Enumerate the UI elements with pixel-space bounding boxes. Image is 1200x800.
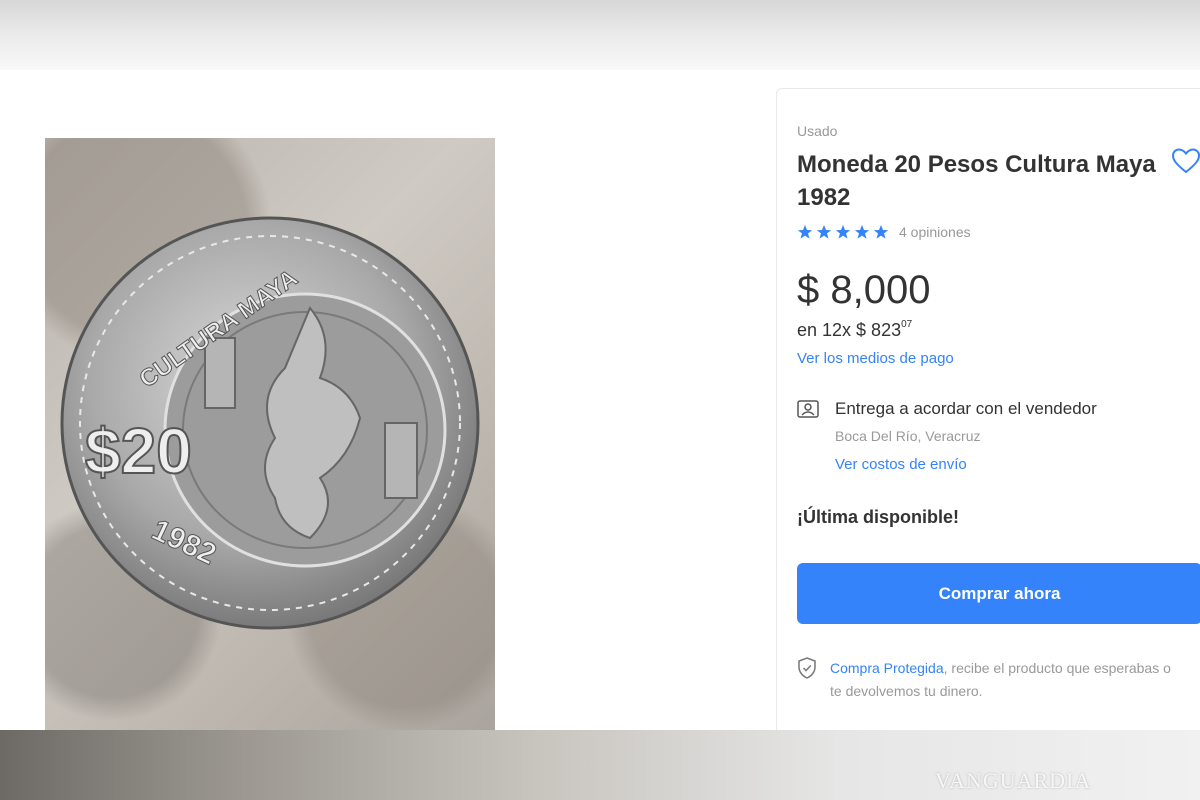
star-icon <box>854 225 870 239</box>
delivery-icon <box>797 400 819 418</box>
condition-label: Usado <box>797 123 838 139</box>
protected-purchase-link[interactable]: Compra Protegida <box>830 660 944 676</box>
shield-icon <box>798 657 816 679</box>
buy-now-button[interactable]: Comprar ahora <box>797 563 1200 624</box>
coin-denomination: $20 <box>85 415 192 487</box>
delivery-location: Boca Del Río, Veracruz <box>835 428 981 444</box>
installments-amount: en 12x $ 823 <box>797 320 902 340</box>
purchase-protection: Compra Protegida, recibe el producto que… <box>830 657 1180 703</box>
watermark: VANGUARDIA <box>935 768 1092 793</box>
installments: en 12x $ 82307 <box>797 319 913 341</box>
coin-illustration: CULTURA MAYA $20 1982 <box>60 216 480 630</box>
payment-methods-link[interactable]: Ver los medios de pago <box>797 350 954 367</box>
heart-icon[interactable] <box>1170 145 1200 177</box>
reviews-count[interactable]: 4 opiniones <box>899 224 971 240</box>
star-icon <box>873 225 889 239</box>
stock-label: ¡Última disponible! <box>797 507 959 527</box>
delivery-title: Entrega a acordar con el vendedor <box>835 399 1097 418</box>
star-icon <box>816 225 832 239</box>
rating-row[interactable]: 4 opiniones <box>797 224 971 240</box>
top-background-blur <box>0 0 1200 70</box>
star-icon <box>835 225 851 239</box>
shipping-costs-link[interactable]: Ver costos de envío <box>835 456 967 473</box>
price: $ 8,000 <box>797 268 931 312</box>
installments-cents: 07 <box>901 319 913 330</box>
rating-stars <box>797 224 889 240</box>
product-photo[interactable]: CULTURA MAYA $20 1982 <box>45 138 495 730</box>
product-title: Moneda 20 Pesos Cultura Maya 1982 <box>797 151 1156 211</box>
star-icon <box>797 225 813 239</box>
